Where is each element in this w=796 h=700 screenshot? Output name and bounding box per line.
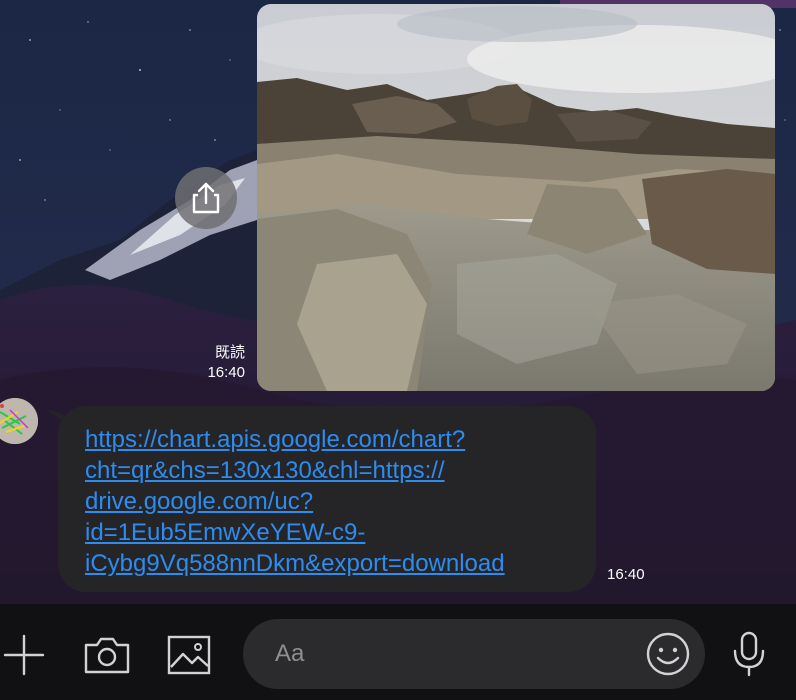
plus-button[interactable] (0, 630, 48, 680)
message-input[interactable] (243, 619, 705, 689)
image-icon (167, 635, 211, 675)
emoji-icon (646, 632, 690, 676)
microphone-icon (733, 631, 765, 677)
microphone-button[interactable] (728, 628, 770, 680)
share-icon (192, 182, 220, 214)
message-time: 16:40 (207, 364, 245, 381)
sent-photo[interactable] (257, 4, 775, 391)
message-input-placeholder: Aa (275, 640, 305, 667)
camera-icon (84, 637, 130, 674)
read-receipt: 既読 (214, 344, 245, 361)
link-line[interactable]: iCybg9Vq588nnDkm&export=download (85, 548, 585, 579)
share-button[interactable] (175, 167, 237, 229)
link-line[interactable]: https://chart.apis.google.com/chart? (85, 424, 585, 455)
image-button[interactable] (164, 630, 214, 680)
link-line[interactable]: id=1Eub5EmwXeYEW-c9- (85, 517, 585, 548)
link-line[interactable]: drive.google.com/uc? (85, 486, 585, 517)
message-time: 16:40 (607, 566, 645, 583)
camera-button[interactable] (82, 632, 132, 678)
plus-icon (3, 634, 45, 676)
message-link[interactable]: https://chart.apis.google.com/chart? cht… (85, 424, 585, 579)
emoji-button[interactable] (644, 630, 692, 678)
link-line[interactable]: cht=qr&chs=130x130&chl=https:// (85, 455, 585, 486)
photo-message-meta: 既読 16:40 (207, 343, 245, 383)
